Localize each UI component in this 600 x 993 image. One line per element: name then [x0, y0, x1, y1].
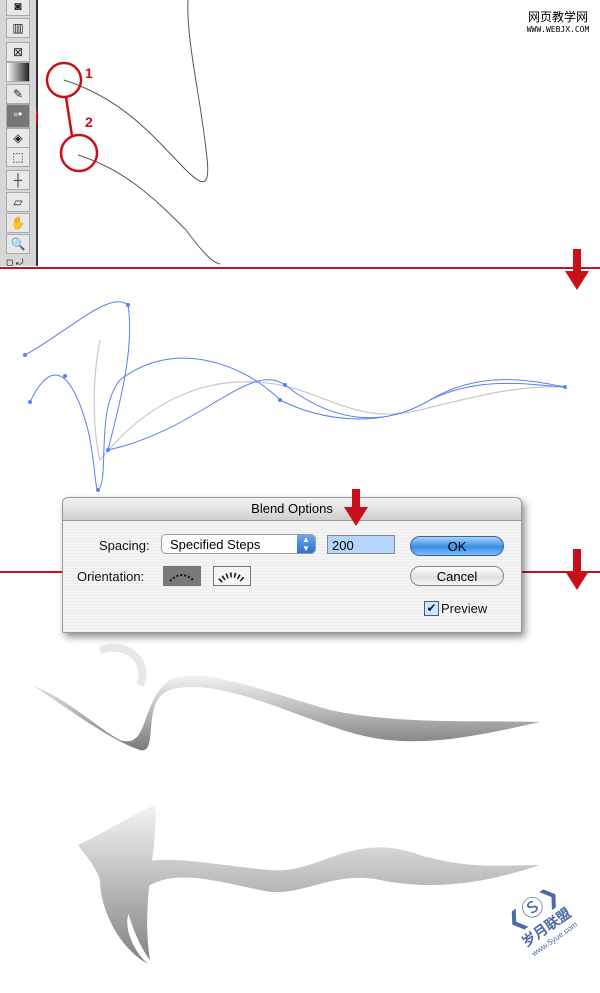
callout-connector [64, 96, 74, 137]
symbol-sprayer-tool[interactable]: ◙ [6, 0, 30, 16]
blended-ribbon-1 [32, 675, 540, 751]
live-paint-selection-tool[interactable]: ⬚ [6, 147, 30, 167]
spacing-select[interactable]: Specified Steps ▲ ▼ [161, 534, 316, 554]
align-to-page-button[interactable] [163, 566, 201, 586]
blue-path-1 [24, 301, 566, 451]
down-arrow-icon [565, 249, 589, 290]
graph-tool[interactable]: ▥ [6, 18, 30, 38]
spacing-select-value: Specified Steps [170, 537, 261, 552]
select-arrows-icon: ▲ ▼ [297, 535, 315, 553]
align-to-path-button[interactable] [213, 566, 251, 586]
preview-label: Preview [441, 601, 488, 616]
down-arrow-icon [565, 549, 589, 590]
spacing-label: Spacing: [99, 538, 150, 553]
blend-spine-path [93, 339, 566, 462]
ok-button[interactable]: OK [410, 536, 504, 556]
dialog-title: Blend Options [63, 498, 521, 521]
callout-circle-2 [59, 133, 99, 173]
blend-options-dialog: Blend Options Spacing: Specified Steps ▲… [62, 497, 522, 633]
blend-tool-callout [36, 107, 39, 127]
live-paint-tool[interactable]: ◈ [6, 128, 30, 148]
selected-paths-artboard [23, 301, 567, 492]
blend-tool[interactable]: ▫• [6, 104, 30, 128]
align-to-page-icon [169, 574, 195, 582]
gradient-tool[interactable] [6, 62, 30, 82]
eyedropper-tool[interactable]: ✎ [6, 84, 30, 104]
top-artboard [36, 0, 221, 265]
slice-tool[interactable]: ┼ [6, 170, 30, 190]
path-curve-1 [63, 0, 209, 182]
preview-checkbox[interactable]: ✔ [424, 601, 439, 616]
blended-ribbon-2 [78, 805, 540, 965]
zoom-tool[interactable]: 🔍 [6, 234, 30, 254]
down-arrow-icon [344, 489, 368, 526]
path-curve-2 [77, 154, 221, 265]
orientation-label: Orientation: [77, 569, 145, 584]
blue-path-2 [29, 357, 566, 491]
anchor-points [23, 303, 567, 492]
cancel-button[interactable]: Cancel [410, 566, 504, 586]
callout-label-1: 1 [85, 65, 93, 81]
align-to-path-icon [218, 572, 246, 583]
callout-label-2: 2 [85, 114, 93, 130]
divider-line-1 [0, 267, 600, 269]
hand-tool[interactable]: ✋ [6, 213, 30, 233]
eraser-tool[interactable]: ▱ [6, 192, 30, 212]
steps-input[interactable]: 200 [327, 535, 395, 554]
mesh-tool[interactable]: ⊠ [6, 42, 30, 62]
divider-line-2-left [0, 571, 62, 573]
tools-panel: ◙ ▥ ⊠ ✎ ▫• ◈ ⬚ ┼ ▱ ✋ 🔍 ◻ ⤾ [0, 0, 38, 267]
